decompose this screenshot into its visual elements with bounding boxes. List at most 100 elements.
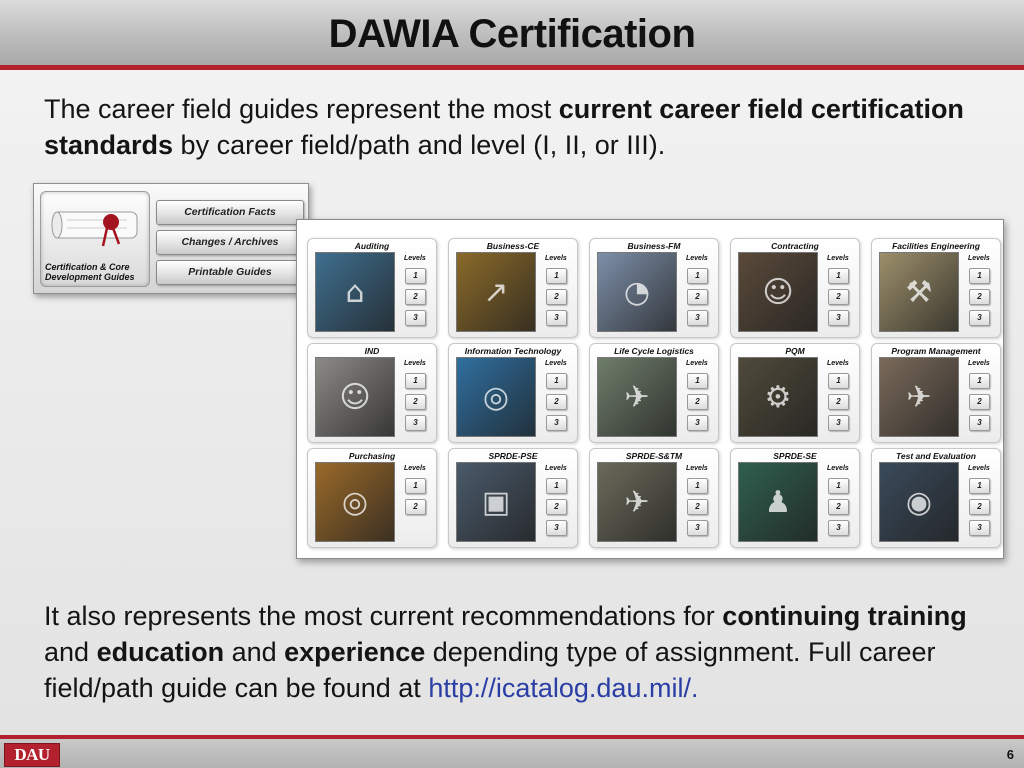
level-3-button[interactable]: 3 bbox=[687, 520, 708, 536]
level-2-button[interactable]: 2 bbox=[687, 499, 708, 515]
meeting-people-icon[interactable]: ☺ bbox=[738, 252, 818, 332]
career-field-tile[interactable]: Test and Evaluation ◉ Levels 1 2 3 bbox=[871, 448, 1001, 548]
level-2-button[interactable]: 2 bbox=[546, 394, 567, 410]
drone-icon[interactable]: ✈ bbox=[597, 462, 677, 542]
machinery-icon[interactable]: ⚙ bbox=[738, 357, 818, 437]
level-2-button[interactable]: 2 bbox=[828, 499, 849, 515]
capitol-building-icon[interactable]: ⌂ bbox=[315, 252, 395, 332]
level-2-button[interactable]: 2 bbox=[405, 499, 426, 515]
golden-globe-icon[interactable]: ◎ bbox=[315, 462, 395, 542]
certification-guides-caption: Certification & Core Development Guides bbox=[45, 262, 135, 282]
level-1-button[interactable]: 1 bbox=[546, 373, 567, 389]
intro-text-2: by career field/path and level (I, II, o… bbox=[173, 130, 666, 160]
levels-label: Levels bbox=[686, 255, 708, 262]
level-3-button[interactable]: 3 bbox=[828, 520, 849, 536]
career-field-title: PQM bbox=[785, 346, 805, 356]
helicopter-icon[interactable]: ✈ bbox=[879, 357, 959, 437]
certification-guides-button[interactable]: Certification & Core Development Guides bbox=[40, 191, 150, 287]
career-field-tile[interactable]: Life Cycle Logistics ✈ Levels 1 2 3 bbox=[589, 343, 719, 443]
career-field-tile[interactable]: PQM ⚙ Levels 1 2 3 bbox=[730, 343, 860, 443]
engineer-laptop-icon[interactable]: ⚒ bbox=[879, 252, 959, 332]
certification-menu: Certification & Core Development Guides … bbox=[33, 183, 309, 294]
career-field-title: SPRDE-SE bbox=[773, 451, 817, 461]
level-3-button[interactable]: 3 bbox=[969, 520, 990, 536]
level-1-button[interactable]: 1 bbox=[969, 478, 990, 494]
career-field-tile[interactable]: Contracting ☺ Levels 1 2 3 bbox=[730, 238, 860, 338]
level-1-button[interactable]: 1 bbox=[687, 268, 708, 284]
title-bar: DAWIA Certification bbox=[0, 0, 1024, 70]
career-field-tile[interactable]: Business-FM ◔ Levels 1 2 3 bbox=[589, 238, 719, 338]
tile-glyph: ✈ bbox=[624, 380, 650, 415]
career-field-tile[interactable]: IND ☺ Levels 1 2 3 bbox=[307, 343, 437, 443]
level-3-button[interactable]: 3 bbox=[546, 415, 567, 431]
career-field-title: Facilities Engineering bbox=[892, 241, 980, 251]
level-2-button[interactable]: 2 bbox=[828, 394, 849, 410]
level-1-button[interactable]: 1 bbox=[969, 373, 990, 389]
certification-facts-button[interactable]: Certification Facts bbox=[156, 200, 304, 225]
career-field-tile[interactable]: Facilities Engineering ⚒ Levels 1 2 3 bbox=[871, 238, 1001, 338]
growth-chart-icon[interactable]: ↗ bbox=[456, 252, 536, 332]
level-2-button[interactable]: 2 bbox=[969, 499, 990, 515]
icatalog-link[interactable]: http://icatalog.dau.mil/. bbox=[428, 673, 698, 703]
level-2-button[interactable]: 2 bbox=[828, 289, 849, 305]
level-3-button[interactable]: 3 bbox=[687, 310, 708, 326]
level-1-button[interactable]: 1 bbox=[828, 373, 849, 389]
level-3-button[interactable]: 3 bbox=[969, 415, 990, 431]
level-2-button[interactable]: 2 bbox=[405, 394, 426, 410]
tile-glyph: ◎ bbox=[482, 380, 510, 415]
career-field-tile[interactable]: Auditing ⌂ Levels 1 2 3 bbox=[307, 238, 437, 338]
level-3-button[interactable]: 3 bbox=[405, 310, 426, 326]
pie-chart-icon[interactable]: ◔ bbox=[597, 252, 677, 332]
military-vehicles-icon[interactable]: ✈ bbox=[597, 357, 677, 437]
career-field-title: Test and Evaluation bbox=[896, 451, 976, 461]
team-meeting-icon[interactable]: ☺ bbox=[315, 357, 395, 437]
tile-glyph: ✈ bbox=[906, 380, 932, 415]
level-3-button[interactable]: 3 bbox=[546, 310, 567, 326]
level-1-button[interactable]: 1 bbox=[828, 478, 849, 494]
intro-paragraph: The career field guides represent the mo… bbox=[44, 91, 1004, 163]
level-1-button[interactable]: 1 bbox=[405, 373, 426, 389]
tile-glyph: ◎ bbox=[341, 485, 369, 520]
career-field-tile[interactable]: SPRDE-PSE ▣ Levels 1 2 3 bbox=[448, 448, 578, 548]
career-field-tile[interactable]: Program Management ✈ Levels 1 2 3 bbox=[871, 343, 1001, 443]
changes-archives-button[interactable]: Changes / Archives bbox=[156, 230, 304, 255]
tile-glyph: ▣ bbox=[481, 485, 511, 520]
level-1-button[interactable]: 1 bbox=[687, 373, 708, 389]
level-3-button[interactable]: 3 bbox=[687, 415, 708, 431]
levels-label: Levels bbox=[686, 465, 708, 472]
level-3-button[interactable]: 3 bbox=[546, 520, 567, 536]
career-field-tile[interactable]: SPRDE-S&TM ✈ Levels 1 2 3 bbox=[589, 448, 719, 548]
level-2-button[interactable]: 2 bbox=[687, 289, 708, 305]
pilot-helmet-icon[interactable]: ◉ bbox=[879, 462, 959, 542]
career-field-tile[interactable]: Purchasing ◎ Levels 1 2 bbox=[307, 448, 437, 548]
level-2-button[interactable]: 2 bbox=[687, 394, 708, 410]
level-2-button[interactable]: 2 bbox=[405, 289, 426, 305]
level-2-button[interactable]: 2 bbox=[546, 289, 567, 305]
levels-label: Levels bbox=[827, 255, 849, 262]
level-1-button[interactable]: 1 bbox=[687, 478, 708, 494]
computer-lab-icon[interactable]: ▣ bbox=[456, 462, 536, 542]
level-1-button[interactable]: 1 bbox=[546, 268, 567, 284]
outro-bold-1: continuing training bbox=[722, 601, 967, 631]
outro-text-1: It also represents the most current reco… bbox=[44, 601, 723, 631]
level-3-button[interactable]: 3 bbox=[828, 310, 849, 326]
career-field-tile[interactable]: Information Technology ◎ Levels 1 2 3 bbox=[448, 343, 578, 443]
level-1-button[interactable]: 1 bbox=[405, 478, 426, 494]
globe-icon[interactable]: ◎ bbox=[456, 357, 536, 437]
level-2-button[interactable]: 2 bbox=[969, 394, 990, 410]
printable-guides-button[interactable]: Printable Guides bbox=[156, 260, 304, 285]
level-1-button[interactable]: 1 bbox=[405, 268, 426, 284]
level-1-button[interactable]: 1 bbox=[969, 268, 990, 284]
person-silhouette-icon[interactable]: ♟ bbox=[738, 462, 818, 542]
level-3-button[interactable]: 3 bbox=[969, 310, 990, 326]
level-2-button[interactable]: 2 bbox=[546, 499, 567, 515]
level-1-button[interactable]: 1 bbox=[828, 268, 849, 284]
career-field-tile[interactable]: SPRDE-SE ♟ Levels 1 2 3 bbox=[730, 448, 860, 548]
level-3-button[interactable]: 3 bbox=[828, 415, 849, 431]
career-field-title: SPRDE-PSE bbox=[488, 451, 538, 461]
level-2-button[interactable]: 2 bbox=[969, 289, 990, 305]
diploma-scroll-icon bbox=[51, 211, 138, 247]
level-3-button[interactable]: 3 bbox=[405, 415, 426, 431]
level-1-button[interactable]: 1 bbox=[546, 478, 567, 494]
career-field-tile[interactable]: Business-CE ↗ Levels 1 2 3 bbox=[448, 238, 578, 338]
